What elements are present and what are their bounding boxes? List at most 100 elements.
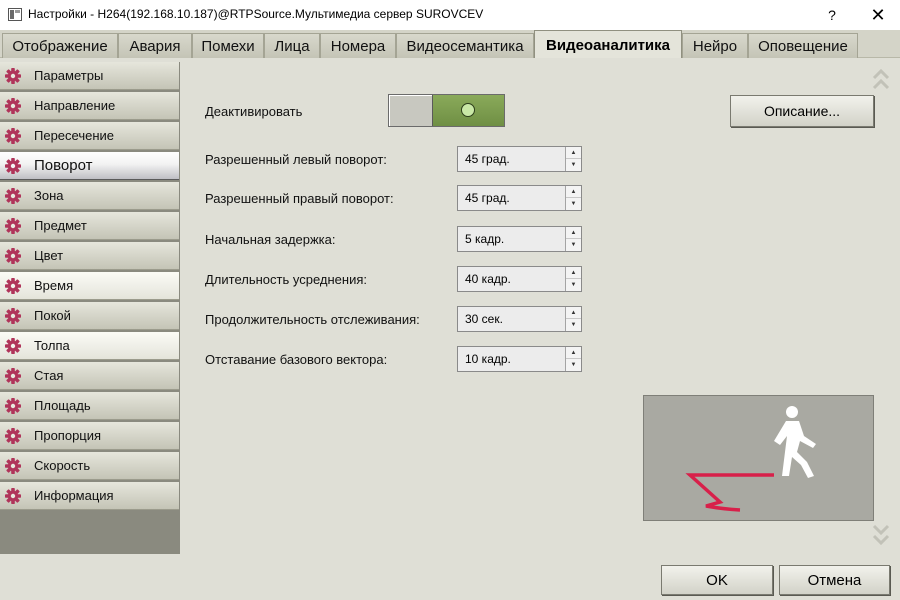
gear-icon [5,278,21,294]
left-turn-spinbox[interactable]: 45 град. ▲ ▼ [457,146,582,172]
scroll-up-icon[interactable] [872,66,890,96]
spinbox-value: 40 кадр. [465,272,511,286]
window-title: Настройки - H264(192.168.10.187)@RTPSour… [28,7,484,21]
tab-videosemantics[interactable]: Видеосемантика [396,33,534,58]
gear-icon [5,158,21,174]
gear-icon [5,308,21,324]
sidebar-item-turn[interactable]: Поворот [0,152,179,180]
gear-icon [5,248,21,264]
field-label-base-vector-lag: Отставание базового вектора: [205,352,388,367]
sidebar-item-color[interactable]: Цвет [0,242,179,270]
field-label-right-turn: Разрешенный правый поворот: [205,191,394,206]
toggle-led-icon [461,103,475,117]
sidebar-item-zone[interactable]: Зона [0,182,179,210]
tab-alarm[interactable]: Авария [118,33,192,58]
sidebar-item-speed[interactable]: Скорость [0,452,179,480]
ok-button[interactable]: OK [661,565,773,595]
spin-up-icon[interactable]: ▲ [566,347,581,359]
gear-icon [5,218,21,234]
spin-down-icon[interactable]: ▼ [566,239,581,251]
tab-display[interactable]: Отображение [2,33,118,58]
sidebar-item-label: Поворот [34,157,93,174]
tab-noise[interactable]: Помехи [192,33,264,58]
gear-icon [5,128,21,144]
base-vector-lag-spinbox[interactable]: 10 кадр. ▲ ▼ [457,346,582,372]
spinbox-arrows: ▲ ▼ [565,186,581,210]
app-icon [8,8,22,21]
spin-up-icon[interactable]: ▲ [566,307,581,319]
gear-icon [5,368,21,384]
spin-down-icon[interactable]: ▼ [566,198,581,210]
sidebar-item-object[interactable]: Предмет [0,212,179,240]
sidebar-item-crowd[interactable]: Толпа [0,332,179,360]
tab-faces[interactable]: Лица [264,33,320,58]
turn-arrow-icon [685,473,774,512]
spinbox-value: 5 кадр. [465,232,505,246]
deactivate-label: Деактивировать [205,104,303,119]
tab-videoanalytics[interactable]: Видеоаналитика [534,30,682,59]
sidebar-item-crossing[interactable]: Пересечение [0,122,179,150]
gear-icon [5,428,21,444]
averaging-duration-spinbox[interactable]: 40 кадр. ▲ ▼ [457,266,582,292]
field-label-initial-delay: Начальная задержка: [205,232,336,247]
sidebar-item-label: Покой [34,308,71,323]
gear-icon [5,398,21,414]
spin-down-icon[interactable]: ▼ [566,359,581,371]
gear-icon [5,188,21,204]
spin-up-icon[interactable]: ▲ [566,147,581,159]
sidebar-item-label: Предмет [34,218,87,233]
deactivate-toggle[interactable] [388,94,505,127]
tab-numbers[interactable]: Номера [320,33,396,58]
spin-down-icon[interactable]: ▼ [566,159,581,171]
scroll-down-icon[interactable] [872,518,890,548]
spinbox-value: 45 град. [465,152,510,166]
spin-down-icon[interactable]: ▼ [566,319,581,331]
gear-icon [5,338,21,354]
pedestrian-icon [774,406,816,478]
spin-up-icon[interactable]: ▲ [566,267,581,279]
spinbox-arrows: ▲ ▼ [565,267,581,291]
sidebar-item-label: Направление [34,98,116,113]
spinbox-value: 45 град. [465,191,510,205]
field-label-left-turn: Разрешенный левый поворот: [205,152,387,167]
field-label-averaging-duration: Длительность усреднения: [205,272,367,287]
sidebar-item-area[interactable]: Площадь [0,392,179,420]
sidebar-item-label: Пропорция [34,428,102,443]
sidebar-item-rest[interactable]: Покой [0,302,179,330]
right-turn-spinbox[interactable]: 45 град. ▲ ▼ [457,185,582,211]
sidebar-item-proportion[interactable]: Пропорция [0,422,179,450]
spinbox-value: 10 кадр. [465,352,511,366]
gear-icon [5,98,21,114]
tab-neuro[interactable]: Нейро [682,33,748,58]
spin-up-icon[interactable]: ▲ [566,227,581,239]
tracking-duration-spinbox[interactable]: 30 сек. ▲ ▼ [457,306,582,332]
sidebar-item-information[interactable]: Информация [0,482,179,510]
sidebar-item-label: Время [34,278,74,293]
help-button[interactable]: ? [818,4,846,26]
sidebar-item-flock[interactable]: Стая [0,362,179,390]
sidebar-item-parameters[interactable]: Параметры [0,62,179,90]
spin-up-icon[interactable]: ▲ [566,186,581,198]
sidebar-item-label: Цвет [34,248,64,263]
cancel-button[interactable]: Отмена [779,565,890,595]
tab-bar: Отображение Авария Помехи Лица Номера Ви… [0,30,900,59]
turn-illustration [685,406,816,512]
sidebar-item-time[interactable]: Время [0,272,179,300]
tab-notification[interactable]: Оповещение [748,33,858,58]
title-bar: Настройки - H264(192.168.10.187)@RTPSour… [0,0,900,30]
sidebar-item-label: Толпа [34,338,70,353]
initial-delay-spinbox[interactable]: 5 кадр. ▲ ▼ [457,226,582,252]
spinbox-arrows: ▲ ▼ [565,347,581,371]
toggle-on-segment [432,95,504,126]
field-label-tracking-duration: Продолжительность отслеживания: [205,312,420,327]
close-button[interactable]: ✕ [864,4,892,26]
sidebar-item-label: Стая [34,368,64,383]
description-button[interactable]: Описание... [730,95,874,127]
gear-icon [5,458,21,474]
spin-down-icon[interactable]: ▼ [566,279,581,291]
spinbox-value: 30 сек. [465,312,503,326]
sidebar-item-label: Скорость [34,458,91,473]
sidebar-item-label: Информация [34,488,114,503]
sidebar-item-direction[interactable]: Направление [0,92,179,120]
spinbox-arrows: ▲ ▼ [565,307,581,331]
